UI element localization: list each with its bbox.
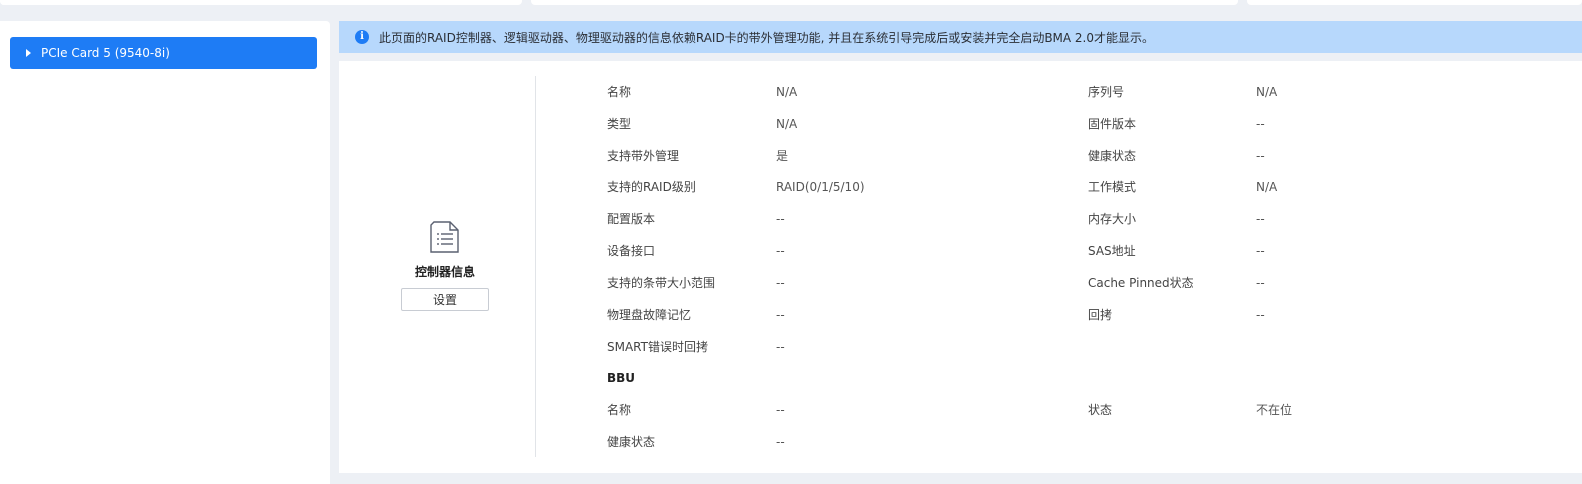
sas-address-value: --: [1256, 244, 1265, 258]
caret-right-icon[interactable]: [26, 49, 31, 57]
oob-label: 支持带外管理: [607, 149, 680, 163]
config-version-label: 配置版本: [607, 212, 656, 226]
health-label: 健康状态: [1088, 149, 1137, 163]
banner-text: 此页面的RAID控制器、逻辑驱动器、物理驱动器的信息依赖RAID卡的带外管理功能…: [379, 30, 1155, 45]
name-value: N/A: [776, 85, 798, 99]
oob-value: 是: [776, 149, 789, 163]
raid-level-label: 支持的RAID级别: [607, 180, 696, 194]
fault-memory-value: --: [776, 308, 785, 322]
cache-pinned-value: --: [1256, 276, 1265, 290]
controller-panel: 控制器信息 设置 名称 N/A 序列号 N/A 类型 N/A 固件版本 -- 支…: [339, 61, 1582, 473]
fault-memory-label: 物理盘故障记忆: [607, 308, 692, 322]
config-version-value: --: [776, 212, 785, 226]
bbu-health-label: 健康状态: [607, 435, 656, 449]
smart-copyback-label: SMART错误时回拷: [607, 340, 708, 354]
bbu-status-value: 不在位: [1256, 403, 1293, 417]
serial-value: N/A: [1256, 85, 1278, 99]
bbu-name-label: 名称: [607, 403, 632, 417]
cache-pinned-label: Cache Pinned状态: [1088, 276, 1194, 290]
copyback-value: --: [1256, 308, 1265, 322]
sidebar-item-label: PCIe Card 5 (9540-8i): [41, 46, 170, 60]
copyback-label: 回拷: [1088, 308, 1113, 322]
stripe-size-value: --: [776, 276, 785, 290]
firmware-label: 固件版本: [1088, 117, 1137, 131]
sas-address-label: SAS地址: [1088, 244, 1136, 258]
memory-size-value: --: [1256, 212, 1265, 226]
firmware-value: --: [1256, 117, 1265, 131]
name-label: 名称: [607, 85, 632, 99]
bbu-status-label: 状态: [1088, 403, 1113, 417]
controller-icon: [430, 221, 459, 253]
settings-button[interactable]: 设置: [401, 288, 489, 311]
health-value: --: [1256, 149, 1265, 163]
device-interface-value: --: [776, 244, 785, 258]
type-value: N/A: [776, 117, 798, 131]
memory-size-label: 内存大小: [1088, 212, 1137, 226]
info-banner: i 此页面的RAID控制器、逻辑驱动器、物理驱动器的信息依赖RAID卡的带外管理…: [339, 21, 1582, 53]
controller-title: 控制器信息: [414, 265, 475, 279]
top-card-strip-4: [1247, 0, 1582, 5]
sidebar: PCIe Card 5 (9540-8i): [0, 21, 330, 484]
top-card-strip-2: [0, 0, 522, 5]
stripe-size-label: 支持的条带大小范围: [607, 276, 716, 290]
vertical-divider: [535, 76, 536, 457]
type-label: 类型: [607, 117, 632, 131]
info-icon: i: [355, 30, 369, 44]
sidebar-item-pcie-card-5[interactable]: PCIe Card 5 (9540-8i): [10, 37, 317, 69]
raid-level-value: RAID(0/1/5/10): [776, 180, 865, 194]
serial-label: 序列号: [1088, 85, 1125, 99]
controller-summary: 控制器信息 设置: [339, 61, 535, 473]
smart-copyback-value: --: [776, 340, 785, 354]
top-card-strip-3: [531, 0, 1238, 5]
work-mode-label: 工作模式: [1088, 180, 1137, 194]
device-interface-label: 设备接口: [607, 244, 656, 258]
work-mode-value: N/A: [1256, 180, 1278, 194]
bbu-health-value: --: [776, 435, 785, 449]
bbu-heading: BBU: [607, 371, 636, 385]
bbu-name-value: --: [776, 403, 785, 417]
